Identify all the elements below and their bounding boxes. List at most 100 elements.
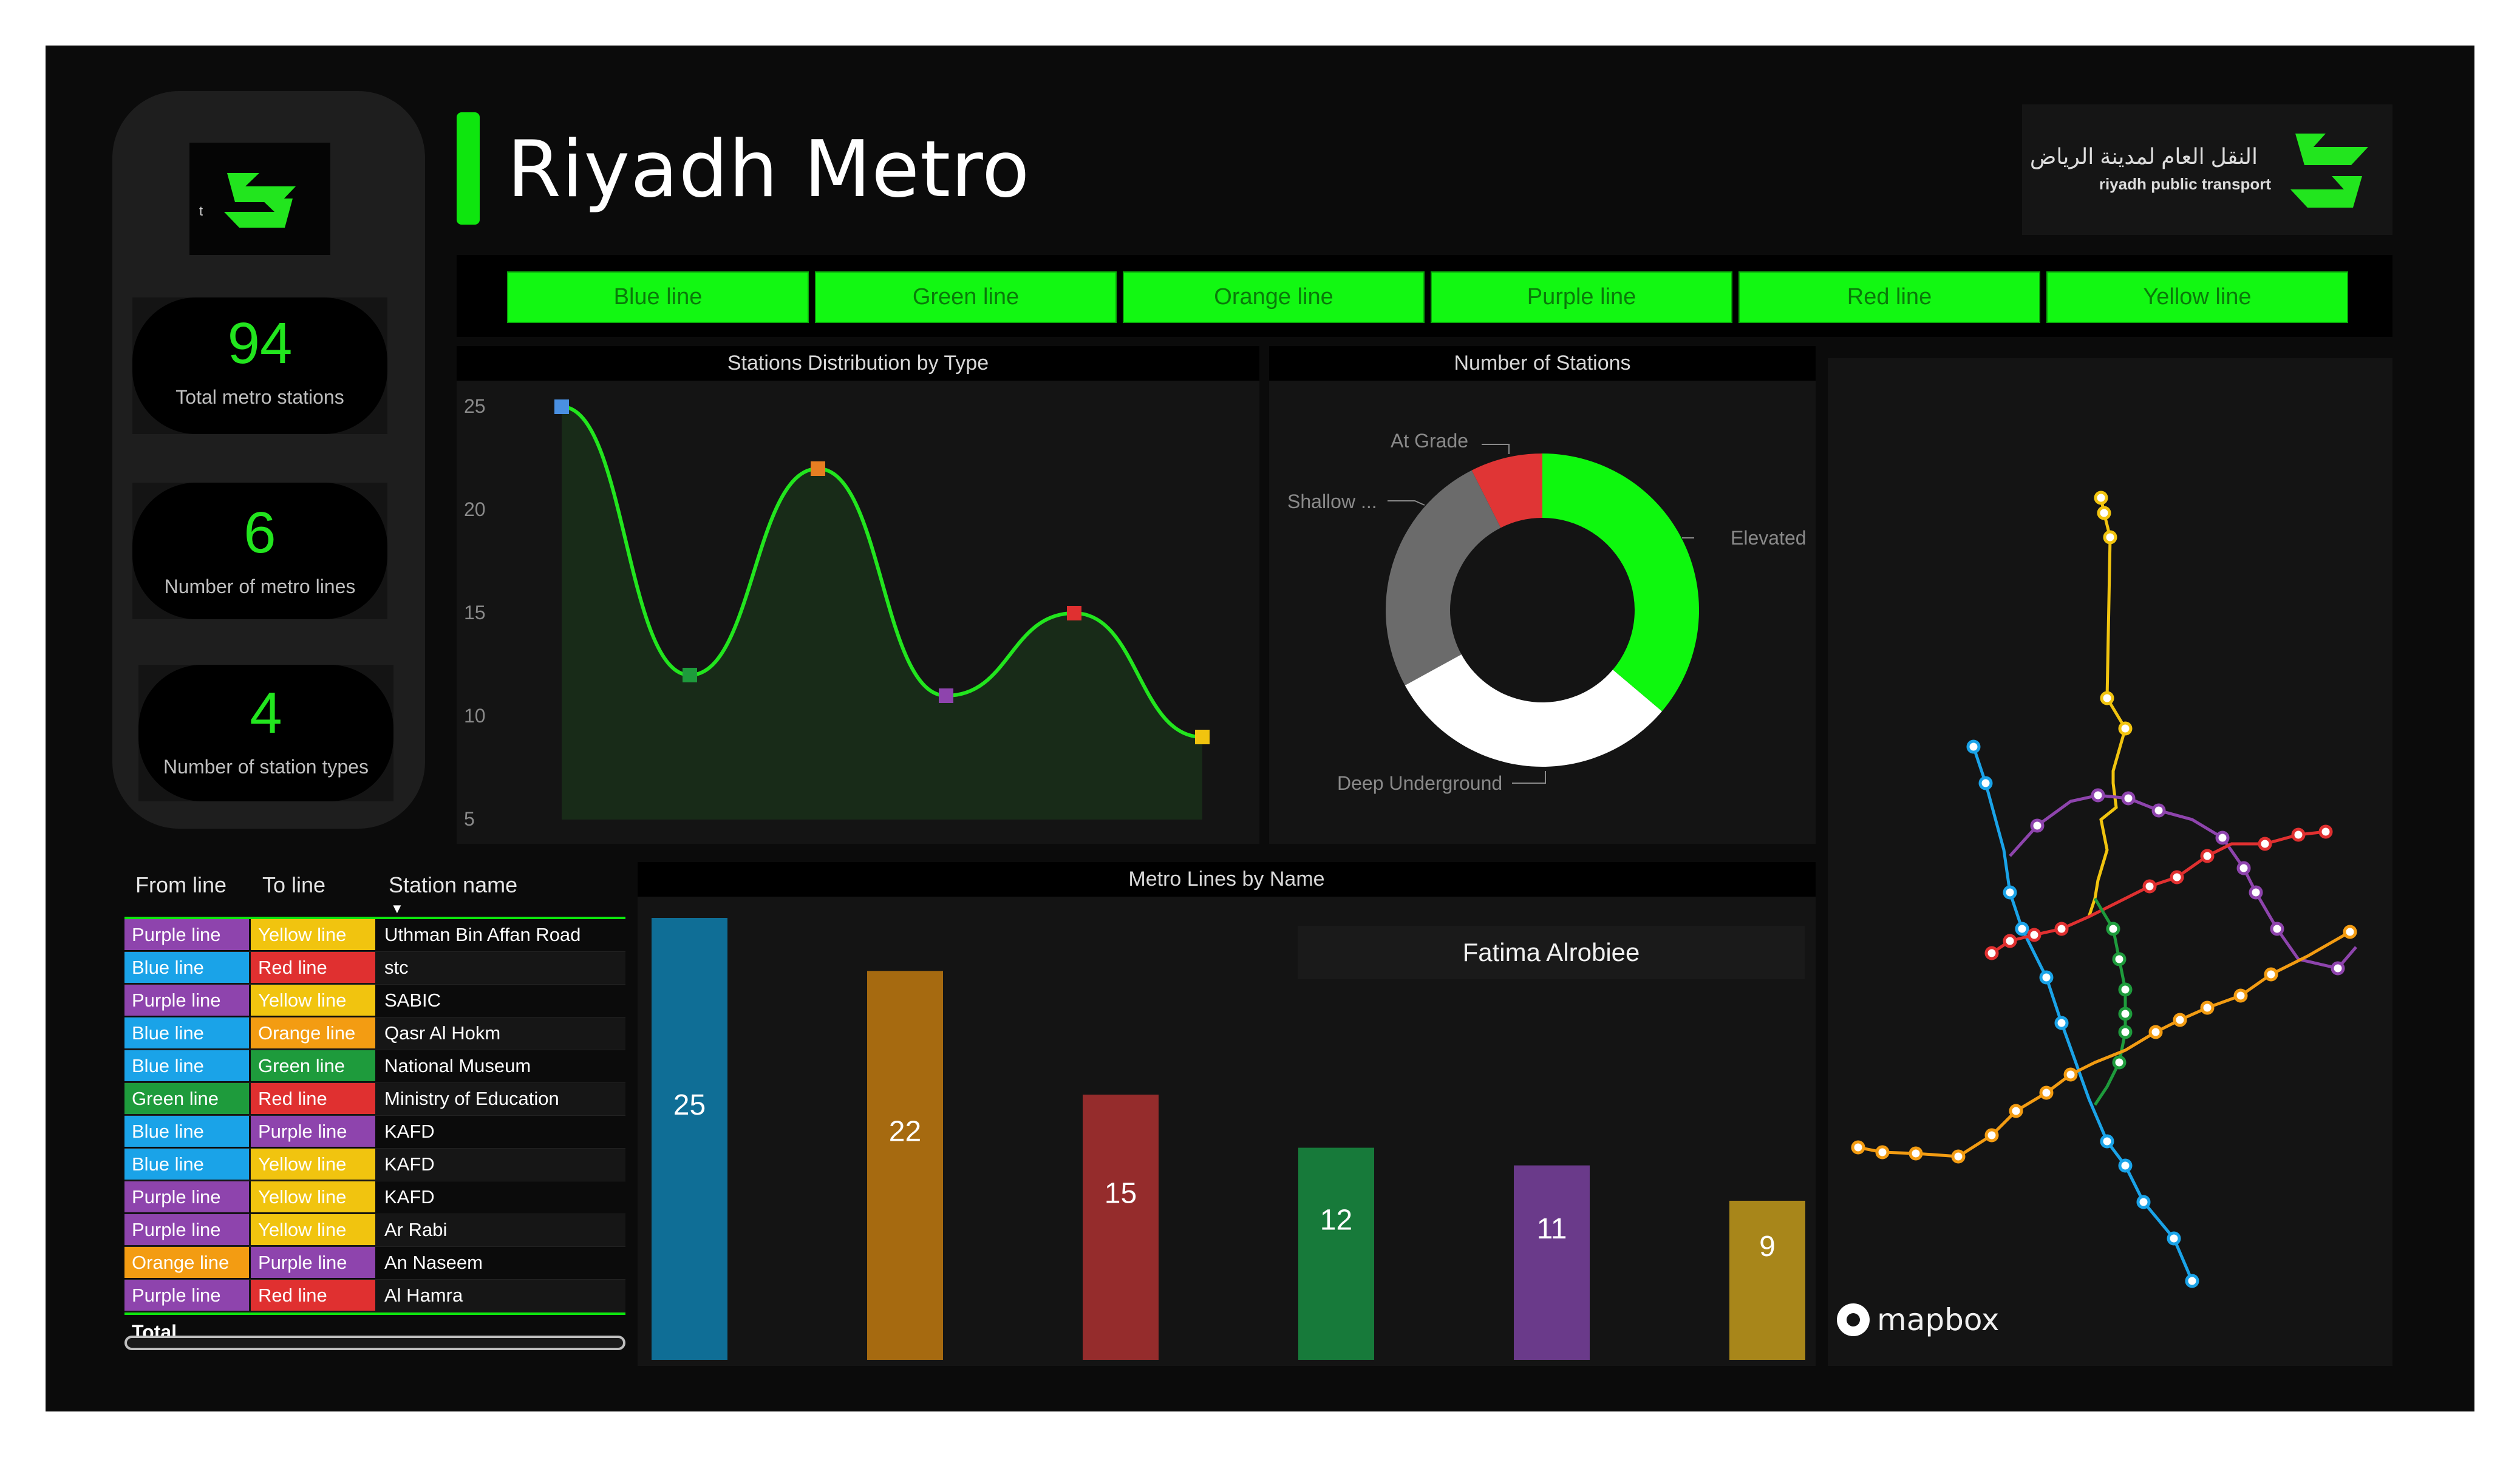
kpi-label: Total metro stations <box>175 386 344 408</box>
cell-from-line: Purple line <box>124 985 249 1016</box>
cell-station-name: Uthman Bin Affan Road <box>384 924 581 945</box>
cell-station-name: stc <box>384 957 409 978</box>
donut-label-deep-underground: Deep Underground <box>1337 772 1502 794</box>
mapbox-icon <box>1837 1303 1870 1336</box>
stations-donut-chart: Number of Stations At Grade Shallow ... … <box>1269 346 1816 844</box>
cell-from-line: Green line <box>124 1083 249 1114</box>
slicer-yellow-line[interactable]: Yellow line <box>2046 271 2348 323</box>
page-title: Riyadh Metro <box>507 124 1030 215</box>
table-row[interactable]: Purple line Red line Al Hamra <box>124 1280 625 1313</box>
cell-to-line: Red line <box>251 1280 375 1311</box>
data-point <box>554 399 569 414</box>
cell-station-name: National Museum <box>384 1055 531 1076</box>
bar <box>1298 1147 1374 1360</box>
cell-from-line: Orange line <box>124 1247 249 1278</box>
bar-value-label: 9 <box>1759 1231 1776 1263</box>
sort-desc-icon[interactable]: ▼ <box>390 901 404 917</box>
cell-from-line: Blue line <box>124 1149 249 1180</box>
kpi-value: 94 <box>227 311 293 376</box>
kpi-value: 6 <box>243 500 276 565</box>
cell-station-name: KAFD <box>384 1186 435 1207</box>
kpi-label: Number of station types <box>163 756 369 778</box>
table-row[interactable]: Blue line Purple line KAFD <box>124 1116 625 1149</box>
col-from-line[interactable]: From line <box>135 872 226 898</box>
cell-station-name: SABIC <box>384 990 441 1011</box>
cell-to-line: Purple line <box>251 1247 375 1278</box>
brand-arrows-icon <box>2290 134 2368 208</box>
bar-value-label: 22 <box>889 1116 921 1148</box>
kpi-metro-lines: 6 Number of metro lines <box>132 483 387 619</box>
table-row[interactable]: Blue line Green line National Museum <box>124 1050 625 1083</box>
table-row[interactable]: Blue line Orange line Qasr Al Hokm <box>124 1017 625 1050</box>
donut-label-at-grade: At Grade <box>1391 430 1468 452</box>
title-accent-bar <box>457 112 480 225</box>
bar <box>1083 1095 1159 1360</box>
data-point <box>939 688 953 703</box>
table-row[interactable]: Green line Red line Ministry of Education <box>124 1083 625 1116</box>
metro-map[interactable] <box>1828 358 2392 1366</box>
table-header: From line To line Station name ▼ <box>124 863 625 919</box>
donut-slice <box>1386 470 1501 685</box>
cell-to-line: Red line <box>251 1083 375 1114</box>
slicer-green-line[interactable]: Green line <box>815 271 1117 323</box>
cell-station-name: KAFD <box>384 1121 435 1142</box>
table-row[interactable]: Blue line Yellow line KAFD <box>124 1149 625 1181</box>
cell-from-line: Blue line <box>124 1116 249 1147</box>
metro-routes-map <box>1851 491 2357 1288</box>
slicer-blue-line[interactable]: Blue line <box>507 271 809 323</box>
cell-station-name: An Naseem <box>384 1252 483 1273</box>
bar-value-label: 15 <box>1105 1178 1137 1210</box>
bar-value-label: 25 <box>673 1089 706 1121</box>
cell-station-name: Qasr Al Hokm <box>384 1022 501 1044</box>
slicer-red-line[interactable]: Red line <box>1738 271 2040 323</box>
table-row[interactable]: Purple line Yellow line KAFD <box>124 1181 625 1214</box>
col-station-name[interactable]: Station name <box>389 872 517 898</box>
cell-from-line: Purple line <box>124 1280 249 1311</box>
brand-english: riyadh public transport <box>2099 175 2271 193</box>
table-row[interactable]: Purple line Yellow line Ar Rabi <box>124 1214 625 1247</box>
data-point <box>811 461 825 476</box>
brand-logo: النقل العام لمدينة الرياض riyadh public … <box>2022 104 2392 235</box>
table-row[interactable]: Blue line Red line stc <box>124 952 625 985</box>
area-fill <box>562 407 1202 820</box>
bar-value-label: 12 <box>1320 1204 1352 1236</box>
bar-plot: 25 22 15 12 11 9 <box>652 918 1805 1360</box>
cell-to-line: Green line <box>251 1050 375 1081</box>
data-point <box>1195 730 1210 744</box>
slicer-purple-line[interactable]: Purple line <box>1431 271 1732 323</box>
cell-station-name: Al Hamra <box>384 1285 463 1306</box>
table-row[interactable]: Purple line Yellow line Uthman Bin Affan R… <box>124 919 625 952</box>
col-to-line[interactable]: To line <box>262 872 325 898</box>
line-chart-plot <box>554 399 1210 820</box>
metro-lines-bar-chart: Metro Lines by Name Fatima Alrobiee 25 22… <box>638 862 1816 1366</box>
donut-label-shallow: Shallow ... <box>1287 491 1377 512</box>
donut-plot: At Grade Shallow ... Elevated Deep Under… <box>1287 430 1807 794</box>
cell-station-name: Ministry of Education <box>384 1088 559 1109</box>
cell-to-line: Yellow line <box>251 1149 375 1180</box>
cell-from-line: Purple line <box>124 1214 249 1245</box>
slicer-orange-line[interactable]: Orange line <box>1123 271 1425 323</box>
bar <box>652 918 727 1360</box>
svg-text:t: t <box>199 203 203 219</box>
cell-to-line: Yellow line <box>251 919 375 950</box>
table-row[interactable]: Orange line Purple line An Naseem <box>124 1247 625 1280</box>
mapbox-attribution[interactable]: mapbox <box>1837 1302 1999 1337</box>
cell-to-line: Purple line <box>251 1116 375 1147</box>
table-scrollbar[interactable] <box>124 1336 625 1350</box>
cell-to-line: Yellow line <box>251 1181 375 1212</box>
kpi-total-stations: 94 Total metro stations <box>132 297 387 434</box>
data-point <box>1067 606 1081 620</box>
metro-logo: t <box>189 143 330 255</box>
brand-arabic: النقل العام لمدينة الرياض <box>2029 144 2258 169</box>
cell-station-name: KAFD <box>384 1153 435 1175</box>
bar <box>1514 1165 1590 1360</box>
donut-slice <box>1542 453 1699 712</box>
stations-by-type-chart: Stations Distribution by Type 25 20 15 1… <box>457 346 1259 844</box>
line-slicer: Blue line Green line Orange line Purple … <box>457 255 2392 337</box>
table-row[interactable]: Purple line Yellow line SABIC <box>124 985 625 1017</box>
cell-to-line: Red line <box>251 952 375 983</box>
cell-to-line: Yellow line <box>251 1214 375 1245</box>
kpi-label: Number of metro lines <box>164 576 356 597</box>
cell-to-line: Orange line <box>251 1017 375 1048</box>
table-body: Purple line Yellow line Uthman Bin Affan R… <box>124 919 625 1313</box>
